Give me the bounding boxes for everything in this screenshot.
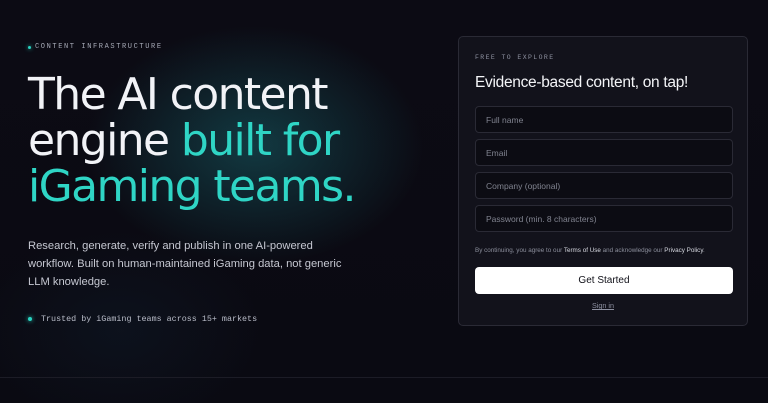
signup-title: Evidence-based content, on tap!	[475, 74, 689, 91]
headline-line-2-accent: built for	[180, 115, 340, 166]
status-dot-icon	[28, 45, 31, 49]
hero-subtext: Research, generate, verify and publish i…	[28, 240, 342, 288]
trust-badge: Trusted by iGaming teams across 15+ mark…	[28, 314, 257, 324]
consent-middle: and acknowledge our	[600, 247, 665, 254]
email-input[interactable]	[475, 139, 733, 166]
sign-in-link[interactable]: Sign in	[459, 301, 747, 310]
trust-text: Trusted by iGaming teams across 15+ mark…	[41, 314, 258, 324]
hero-eyebrow: CONTENT INFRASTRUCTURE	[28, 43, 163, 51]
terms-of-use-link[interactable]: Terms of Use	[564, 247, 601, 254]
headline-line-2-plain: engine	[28, 115, 181, 166]
password-input[interactable]	[475, 205, 733, 232]
headline-line-3-accent: iGaming teams.	[28, 161, 356, 212]
company-input[interactable]	[475, 172, 733, 199]
consent-suffix: .	[703, 247, 705, 254]
consent-prefix: By continuing, you agree to our	[475, 247, 564, 254]
signup-card: FREE TO EXPLORE Evidence-based content, …	[458, 36, 748, 326]
signup-eyebrow: FREE TO EXPLORE	[475, 54, 555, 61]
consent-text: By continuing, you agree to our Terms of…	[475, 247, 737, 254]
hero-eyebrow-label: CONTENT INFRASTRUCTURE	[35, 43, 163, 51]
get-started-button[interactable]: Get Started	[475, 267, 733, 294]
headline-line-1: The AI content	[28, 69, 329, 120]
footer-divider	[0, 377, 768, 378]
hero-headline: The AI content engine built for iGaming …	[28, 69, 356, 212]
privacy-policy-link[interactable]: Privacy Policy	[664, 247, 703, 254]
trust-dot-icon	[28, 317, 32, 321]
full-name-input[interactable]	[475, 106, 733, 133]
